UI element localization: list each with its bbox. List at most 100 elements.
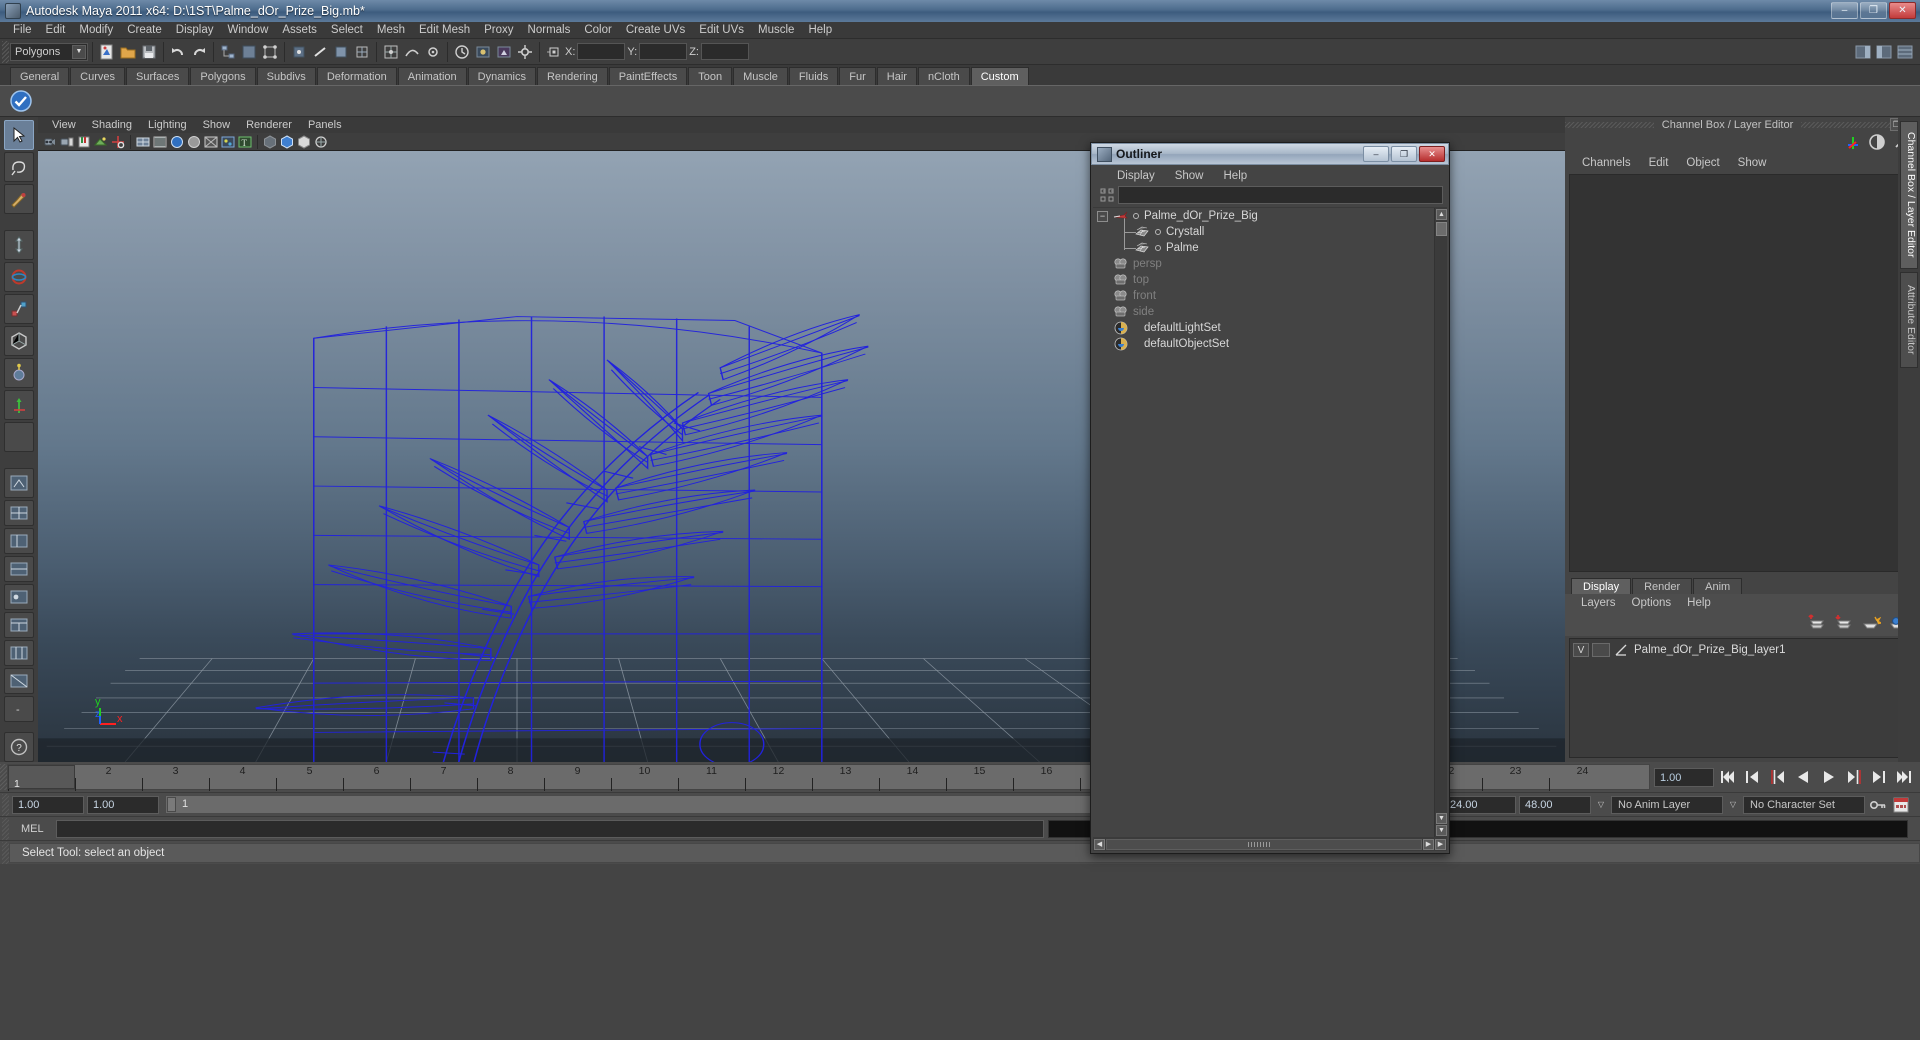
- go-to-start-button[interactable]: [1718, 767, 1739, 787]
- shelf-tab-animation[interactable]: Animation: [397, 67, 467, 85]
- commandline-gripper[interactable]: [2, 817, 9, 840]
- two-d-pan-zoom-icon[interactable]: [110, 134, 126, 150]
- viewport-menu-view[interactable]: View: [44, 117, 84, 133]
- expand-collapse-icon[interactable]: −: [1097, 210, 1108, 222]
- character-set-select[interactable]: No Character Set: [1743, 795, 1865, 814]
- outliner-minimize-button[interactable]: –: [1363, 146, 1389, 162]
- layout-four-view-alt[interactable]: [4, 640, 34, 666]
- step-forward-frame-button[interactable]: [1843, 767, 1864, 787]
- scroll-up-arrow-icon[interactable]: ▲: [1436, 209, 1447, 220]
- menu-edit-uvs[interactable]: Edit UVs: [692, 22, 751, 39]
- channelbox-menu-channels[interactable]: Channels: [1573, 154, 1640, 172]
- z-input[interactable]: [700, 43, 749, 60]
- menuset-dropdown[interactable]: Polygons ▼: [10, 42, 88, 61]
- soft-modification-tool[interactable]: [4, 358, 34, 388]
- play-backwards-button[interactable]: [1793, 767, 1814, 787]
- menu-modify[interactable]: Modify: [72, 22, 120, 39]
- render-settings-icon[interactable]: [515, 42, 535, 62]
- menu-color[interactable]: Color: [577, 22, 618, 39]
- hscroll-page-right-icon[interactable]: ▶: [1435, 838, 1446, 850]
- shelf-tab-muscle[interactable]: Muscle: [733, 67, 788, 85]
- hscroll-left-arrow-icon[interactable]: ◀: [1094, 838, 1105, 850]
- smooth-shade-selected-icon[interactable]: [169, 134, 185, 150]
- shelf-tab-toon[interactable]: Toon: [688, 67, 733, 85]
- vertical-tab-attribute-editor[interactable]: Attribute Editor: [1900, 272, 1918, 368]
- outliner-item[interactable]: Crystall: [1093, 224, 1447, 240]
- move-tool[interactable]: [4, 230, 34, 260]
- textured-icon[interactable]: [220, 134, 236, 150]
- y-input[interactable]: [639, 43, 688, 60]
- select-object-icon[interactable]: [239, 42, 259, 62]
- outliner-horizontal-scrollbar[interactable]: ◀ ▶ ▶: [1093, 837, 1447, 851]
- layout-single-perspective[interactable]: [4, 468, 34, 498]
- menu-normals[interactable]: Normals: [521, 22, 578, 39]
- hscroll-right-arrow-icon[interactable]: ▶: [1423, 838, 1434, 850]
- layout-persp-outliner[interactable]: [4, 528, 34, 554]
- layermenu-help[interactable]: Help: [1679, 594, 1719, 612]
- menu-assets[interactable]: Assets: [275, 22, 324, 39]
- layout-uv-editor[interactable]: [4, 668, 34, 694]
- menu-create[interactable]: Create: [120, 22, 169, 39]
- shelf-tab-ncloth[interactable]: nCloth: [917, 67, 970, 85]
- menu-muscle[interactable]: Muscle: [751, 22, 801, 39]
- last-tool-used[interactable]: [4, 422, 34, 452]
- step-back-frame-button[interactable]: [1768, 767, 1789, 787]
- layer-visibility-toggle[interactable]: V: [1573, 643, 1589, 657]
- show-hide-channel-box-icon[interactable]: [1895, 42, 1915, 62]
- layer-tab-display[interactable]: Display: [1571, 578, 1632, 594]
- show-hide-sidebar-icon[interactable]: [1853, 42, 1873, 62]
- range-left-handle[interactable]: [167, 797, 176, 812]
- outliner-maximize-button[interactable]: ❐: [1391, 146, 1417, 162]
- layermenu-options[interactable]: Options: [1624, 594, 1680, 612]
- select-tool[interactable]: [4, 120, 34, 150]
- paint-selection-tool[interactable]: [4, 184, 34, 214]
- uv-mask-icon[interactable]: [352, 42, 372, 62]
- viewport-menu-show[interactable]: Show: [195, 117, 239, 133]
- panel-drag-handle-left[interactable]: [1565, 121, 1654, 128]
- outliner-vertical-scrollbar[interactable]: ▲ ▼ ▼: [1434, 208, 1447, 837]
- save-scene-icon[interactable]: [139, 42, 159, 62]
- shelf-tab-hair[interactable]: Hair: [876, 67, 917, 85]
- construction-history-icon[interactable]: [452, 42, 472, 62]
- bookmark-icon[interactable]: [76, 134, 92, 150]
- open-scene-icon[interactable]: [118, 42, 138, 62]
- outliner-item[interactable]: front: [1093, 288, 1447, 304]
- statusline-gripper[interactable]: [2, 40, 9, 63]
- snap-curve-icon[interactable]: [402, 42, 422, 62]
- selection-mode-icon[interactable]: [544, 42, 564, 62]
- minimize-button[interactable]: –: [1831, 2, 1858, 19]
- vertex-mask-icon[interactable]: [289, 42, 309, 62]
- new-scene-icon[interactable]: [97, 42, 117, 62]
- shelf-tab-painteffects[interactable]: PaintEffects: [608, 67, 688, 85]
- snap-grid-icon[interactable]: [381, 42, 401, 62]
- anim-layer-dropdown-icon[interactable]: ▽: [1594, 796, 1608, 814]
- move-layer-up-icon[interactable]: [1807, 613, 1827, 635]
- hscroll-track[interactable]: [1106, 838, 1422, 850]
- move-layer-down-icon[interactable]: [1834, 614, 1854, 635]
- x-input[interactable]: [577, 43, 626, 60]
- animation-end-time-field[interactable]: 48.00: [1519, 795, 1591, 814]
- layer-playback-toggle[interactable]: [1592, 643, 1610, 657]
- wireframe-shading-icon[interactable]: [135, 134, 151, 150]
- layout-hypershade-persp[interactable]: [4, 584, 34, 610]
- hardware-texturing-icon[interactable]: [313, 134, 329, 150]
- shelf-tab-rendering[interactable]: Rendering: [536, 67, 608, 85]
- go-to-end-button[interactable]: [1893, 767, 1914, 787]
- lasso-tool[interactable]: [4, 152, 34, 182]
- shelf-tab-polygons[interactable]: Polygons: [190, 67, 256, 85]
- layout-persp-graph[interactable]: [4, 556, 34, 582]
- show-manipulator-tool[interactable]: [4, 390, 34, 420]
- shelf-tab-deformation[interactable]: Deformation: [316, 67, 397, 85]
- animation-preferences-icon[interactable]: [1891, 795, 1911, 815]
- channelbox-menu-object[interactable]: Object: [1677, 154, 1728, 172]
- shelf-tab-general[interactable]: General: [10, 67, 70, 85]
- face-mask-icon[interactable]: [331, 42, 351, 62]
- outliner-tree[interactable]: − Palme_dOr_Prize_Big Crystall Palme persp to…: [1093, 207, 1447, 837]
- menu-edit-mesh[interactable]: Edit Mesh: [412, 22, 477, 39]
- step-back-keyframe-button[interactable]: [1743, 767, 1764, 787]
- animation-start-time-field[interactable]: 1.00: [12, 795, 84, 814]
- render-view-icon[interactable]: [473, 42, 493, 62]
- viewport-menu-shading[interactable]: Shading: [84, 117, 140, 133]
- timeslider-gripper[interactable]: [0, 764, 7, 790]
- outliner-item[interactable]: side: [1093, 304, 1447, 320]
